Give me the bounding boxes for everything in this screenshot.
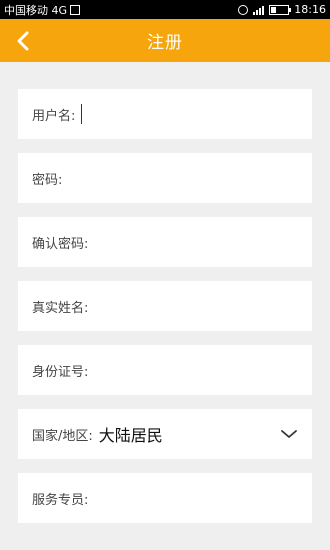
username-input[interactable] [82,99,312,129]
id-number-row[interactable]: 身份证号: [18,345,312,395]
notification-icon [70,4,81,15]
password-input[interactable] [62,163,312,193]
confirm-password-input[interactable] [88,227,312,257]
chevron-left-icon [17,31,29,51]
id-number-label: 身份证号: [32,364,89,380]
clock-text: 18:16 [294,3,326,16]
status-bar: 中国移动 4G 18:16 [0,0,330,19]
carrier-text: 中国移动 4G [4,3,68,17]
region-label: 国家/地区: [32,428,93,444]
username-label: 用户名: [32,108,76,124]
chevron-down-icon[interactable] [274,419,304,449]
real-name-label: 真实姓名: [32,300,89,316]
confirm-password-row[interactable]: 确认密码: [18,217,312,267]
alarm-icon [238,4,249,15]
page-title: 注册 [147,33,183,53]
password-label: 密码: [32,172,63,188]
id-number-input[interactable] [88,355,312,385]
service-agent-row[interactable]: 服务专员: [18,473,312,523]
region-selected-value: 大陆居民 [98,426,163,445]
region-select[interactable]: 国家/地区: 大陆居民 [18,409,312,459]
real-name-input[interactable] [88,291,312,321]
confirm-password-label: 确认密码: [32,236,89,252]
service-agent-input[interactable] [88,483,312,513]
signal-icon [253,4,265,15]
password-row[interactable]: 密码: [18,153,312,203]
service-agent-label: 服务专员: [32,492,89,508]
real-name-row[interactable]: 真实姓名: [18,281,312,331]
battery-icon [269,4,292,15]
username-row[interactable]: 用户名: [18,89,312,139]
back-button[interactable] [8,26,38,56]
app-header: 注册 [0,19,330,62]
